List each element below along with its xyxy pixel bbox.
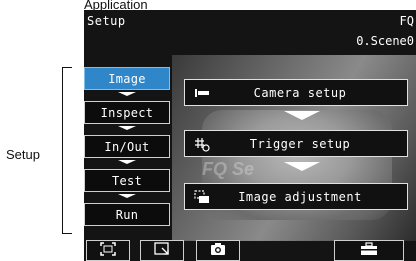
trigger-setup-label: Trigger setup xyxy=(249,136,351,151)
setup-annotation-label: Setup xyxy=(6,147,40,162)
camera-setup-button[interactable]: Camera setup xyxy=(184,79,408,106)
toolbox-button[interactable] xyxy=(334,240,404,261)
camera-setup-icon xyxy=(191,84,213,102)
device-screen: FQ Se Setup FQ 0.Scene0 Image Inspect In… xyxy=(84,10,416,261)
menu-inspect-button[interactable]: Inspect xyxy=(84,101,170,124)
toolbox-icon xyxy=(360,241,378,260)
menu-arrow xyxy=(118,92,136,96)
frame-button[interactable] xyxy=(86,240,130,261)
zoom-icon xyxy=(154,241,170,260)
menu-inout-button[interactable]: In/Out xyxy=(84,135,170,158)
menu-image-button[interactable]: Image xyxy=(84,67,170,90)
top-caption: Application xyxy=(84,0,148,10)
camera-setup-label: Camera setup xyxy=(253,85,347,100)
camera-icon xyxy=(210,241,226,260)
image-adjustment-icon xyxy=(191,188,213,206)
menu-test-button[interactable]: Test xyxy=(84,169,170,192)
screen-title: Setup xyxy=(87,14,126,28)
scene-label[interactable]: 0.Scene0 xyxy=(356,34,414,48)
menu-run-button[interactable]: Run xyxy=(84,203,170,226)
menu-arrow xyxy=(118,194,136,198)
image-ghost-text: FQ Se xyxy=(202,159,255,179)
submenu-arrow xyxy=(284,111,320,120)
device-label: FQ xyxy=(399,14,414,28)
zoom-button[interactable] xyxy=(140,240,184,261)
image-adjustment-label: Image adjustment xyxy=(238,189,362,204)
trigger-setup-icon xyxy=(191,135,213,153)
trigger-setup-button[interactable]: Trigger setup xyxy=(184,130,408,157)
setup-bracket xyxy=(62,67,72,234)
camera-button[interactable] xyxy=(196,240,240,261)
image-adjustment-button[interactable]: Image adjustment xyxy=(184,183,408,210)
submenu-arrow xyxy=(284,162,320,171)
frame-icon xyxy=(100,241,116,260)
menu-arrow xyxy=(118,160,136,164)
menu-arrow xyxy=(118,126,136,130)
